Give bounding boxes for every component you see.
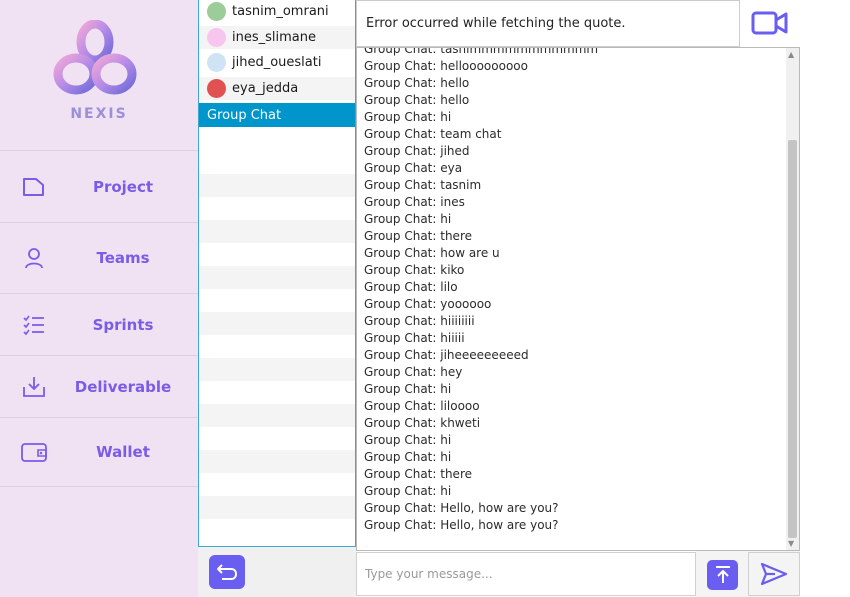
list-item-user[interactable]: eya_jedda (199, 77, 355, 100)
nav-item-sprints[interactable]: Sprints (0, 293, 198, 355)
send-button[interactable] (748, 552, 800, 596)
brand-logo: NEXIS (0, 0, 198, 150)
brand-name: NEXIS (70, 106, 128, 122)
empty-row (199, 220, 355, 243)
nexis-logo-icon (53, 20, 137, 95)
chat-message: Group Chat: liloooo (364, 399, 480, 413)
file-icon (20, 173, 48, 201)
chat-message: Group Chat: hi (364, 382, 452, 396)
video-call-button[interactable] (745, 4, 795, 42)
scroll-thumb[interactable] (788, 140, 797, 538)
back-button[interactable] (209, 555, 245, 589)
chat-message: Group Chat: hi (364, 484, 452, 498)
nav-label: Project (92, 177, 154, 196)
chat-message: Group Chat: hi (364, 110, 452, 124)
chat-message: Group Chat: hellooooooooo (364, 59, 528, 73)
chat-message: Group Chat: yoooooo (364, 297, 492, 311)
message-input[interactable] (356, 552, 696, 596)
scroll-down-arrow-icon[interactable]: ▼ (788, 540, 794, 548)
nav-item-teams[interactable]: Teams (0, 222, 198, 293)
avatar (207, 2, 226, 21)
send-icon (760, 562, 788, 586)
message-list: Group Chat: tasnimmmmmmmmmmm Group Chat: … (364, 47, 599, 534)
chat-message: Group Chat: ines (364, 195, 465, 209)
empty-row (199, 404, 355, 427)
chat-message: Group Chat: kiko (364, 263, 465, 277)
chat-message: Group Chat: hey (364, 365, 463, 379)
download-icon (20, 373, 48, 401)
empty-row (199, 450, 355, 473)
nav-item-deliverable[interactable]: Deliverable (0, 355, 198, 417)
user-name: tasnim_omrani (232, 4, 329, 19)
list-item-user[interactable]: tasnim_omrani (199, 0, 355, 23)
empty-row (199, 174, 355, 197)
chat-message: Group Chat: hiiiii (364, 331, 465, 345)
nav-label: Teams (96, 249, 150, 267)
user-list: tasnim_omrani ines_slimane jihed_oueslat… (198, 0, 356, 547)
chat-messages: Group Chat: tasnimmmmmmmmmmm Group Chat: … (356, 47, 800, 551)
chat-message: Group Chat: team chat (364, 127, 502, 141)
chat-message: Group Chat: tasnim (364, 178, 482, 192)
chat-message: Group Chat: how are u (364, 246, 500, 260)
list-item-group-chat[interactable]: Group Chat (199, 103, 355, 127)
quote-box: Error occurred while fetching the quote. (356, 0, 740, 47)
empty-row (199, 358, 355, 381)
nav-label: Wallet (96, 443, 150, 461)
chat-message: Group Chat: there (364, 229, 472, 243)
avatar (207, 79, 226, 98)
empty-row (199, 312, 355, 335)
chat-message: Group Chat: hi (364, 212, 452, 226)
list-item-user[interactable]: ines_slimane (199, 26, 355, 49)
user-name: ines_slimane (232, 30, 316, 45)
nav-label: Deliverable (74, 377, 172, 396)
nav-item-project[interactable]: Project (0, 150, 198, 222)
empty-row (199, 266, 355, 289)
upload-button[interactable] (707, 560, 738, 590)
return-arrow-icon (217, 564, 238, 580)
video-camera-icon (751, 11, 788, 35)
chat-message: Group Chat: Hello, how are you? (364, 518, 559, 532)
group-chat-label: Group Chat (207, 107, 282, 123)
chat-message: Group Chat: hello (364, 93, 470, 107)
chat-message: Group Chat: khweti (364, 416, 481, 430)
chat-message: Group Chat: hello (364, 76, 470, 90)
user-name: eya_jedda (232, 81, 299, 96)
quote-text: Error occurred while fetching the quote. (366, 16, 626, 31)
nav-label: Sprints (92, 315, 154, 334)
chat-message: Group Chat: Hello, how are you? (364, 501, 559, 515)
scroll-up-arrow-icon[interactable]: ▲ (788, 51, 794, 59)
list-item-user[interactable]: jihed_oueslati (199, 51, 355, 74)
sidebar: NEXIS Project Teams Sprints Deliverable … (0, 0, 198, 597)
avatar (207, 28, 226, 47)
nav-item-wallet[interactable]: Wallet (0, 417, 198, 486)
empty-row (199, 496, 355, 519)
divider (0, 486, 198, 487)
chat-message: Group Chat: jihed (364, 144, 470, 158)
wallet-icon (20, 438, 48, 466)
scrollbar[interactable]: ▲ ▼ (786, 48, 799, 550)
avatar (207, 53, 226, 72)
right-gutter (800, 0, 850, 597)
user-icon (20, 244, 48, 272)
chat-message: Group Chat: lilo (364, 280, 458, 294)
chat-message: Group Chat: eya (364, 161, 463, 175)
chat-message: Group Chat: tasnimmmmmmmmmmm (364, 47, 599, 56)
chat-message: Group Chat: hiiiiiiii (364, 314, 475, 328)
user-name: jihed_oueslati (232, 55, 322, 70)
upload-icon (715, 566, 730, 583)
chat-message: Group Chat: jiheeeeeeeeed (364, 348, 529, 362)
chat-message: Group Chat: there (364, 467, 472, 481)
chat-message: Group Chat: hi (364, 433, 452, 447)
checklist-icon (20, 311, 48, 339)
chat-message: Group Chat: hi (364, 450, 452, 464)
